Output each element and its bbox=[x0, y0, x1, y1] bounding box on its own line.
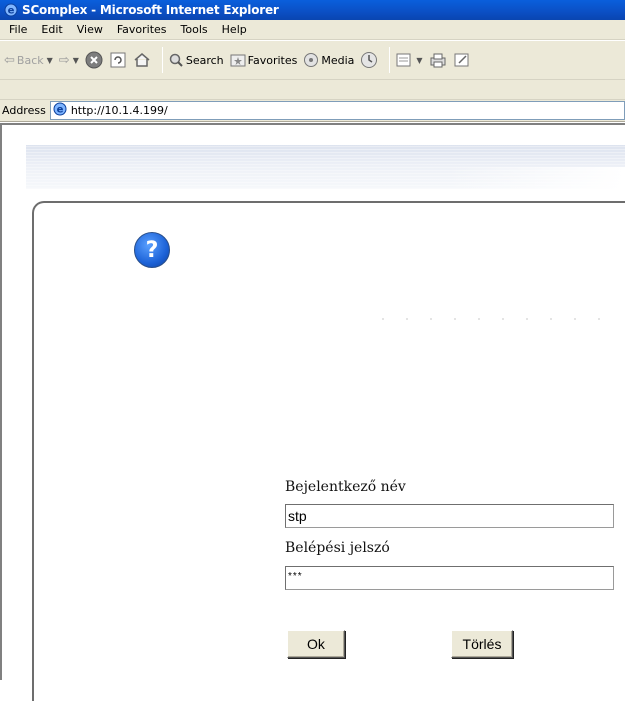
dotted-divider bbox=[382, 318, 612, 320]
forward-arrow-icon: ⇨ bbox=[58, 52, 70, 68]
forward-dropdown-icon[interactable]: ▼ bbox=[73, 56, 79, 65]
address-label: Address bbox=[2, 104, 46, 117]
page-viewport: ? Bejelentkező név Belépési jelszó *** O… bbox=[0, 123, 625, 701]
menu-file[interactable]: File bbox=[2, 23, 34, 36]
media-label: Media bbox=[321, 53, 355, 67]
forward-button[interactable]: ⇨ ▼ bbox=[59, 53, 79, 68]
mail-button[interactable]: ▼ bbox=[395, 51, 423, 69]
print-icon bbox=[430, 53, 446, 68]
window-titlebar: e SComplex - Microsoft Internet Explorer bbox=[0, 0, 625, 20]
window-title: SComplex - Microsoft Internet Explorer bbox=[22, 3, 279, 17]
clear-button[interactable]: Törlés bbox=[451, 630, 513, 658]
search-button[interactable]: Search bbox=[168, 52, 224, 68]
back-arrow-icon: ⇦ bbox=[4, 52, 15, 68]
search-label: Search bbox=[185, 53, 224, 67]
svg-text:e: e bbox=[8, 6, 15, 17]
page-icon: e bbox=[53, 102, 67, 119]
help-icon[interactable]: ? bbox=[134, 232, 170, 268]
media-icon bbox=[304, 53, 319, 67]
media-button[interactable]: Media bbox=[303, 52, 354, 68]
header-banner bbox=[26, 145, 625, 189]
toolbar-separator bbox=[161, 47, 163, 73]
home-icon bbox=[134, 53, 150, 67]
favorites-button[interactable]: Favorites bbox=[230, 52, 298, 68]
refresh-button[interactable] bbox=[109, 51, 127, 69]
ok-button[interactable]: Ok bbox=[287, 630, 345, 658]
favorites-label: Favorites bbox=[247, 53, 298, 67]
stop-icon bbox=[85, 51, 103, 69]
content-panel bbox=[32, 201, 625, 701]
mail-dropdown-icon[interactable]: ▼ bbox=[416, 56, 422, 65]
ie-icon: e bbox=[4, 3, 18, 17]
toolbar-spacer bbox=[0, 80, 625, 100]
menu-help[interactable]: Help bbox=[215, 23, 254, 36]
menu-bar: File Edit View Favorites Tools Help bbox=[0, 20, 625, 40]
edit-button[interactable] bbox=[453, 51, 471, 69]
refresh-icon bbox=[110, 52, 126, 68]
address-input[interactable]: e http://10.1.4.199/ bbox=[49, 101, 625, 120]
menu-view[interactable]: View bbox=[70, 23, 110, 36]
search-icon bbox=[169, 53, 183, 67]
history-button[interactable] bbox=[360, 51, 378, 69]
password-label: Belépési jelszó bbox=[285, 540, 390, 556]
menu-edit[interactable]: Edit bbox=[34, 23, 69, 36]
history-icon bbox=[361, 52, 378, 68]
back-label: Back bbox=[16, 53, 44, 67]
address-bar: Address e http://10.1.4.199/ bbox=[0, 100, 625, 122]
toolbar: ⇦ Back ▼ ⇨ ▼ Search Favorites Media ▼ bbox=[0, 40, 625, 80]
menu-tools[interactable]: Tools bbox=[174, 23, 215, 36]
back-dropdown-icon[interactable]: ▼ bbox=[47, 56, 53, 65]
favorites-icon bbox=[230, 54, 246, 67]
password-field[interactable]: *** bbox=[285, 566, 614, 590]
print-button[interactable] bbox=[429, 51, 447, 69]
svg-text:e: e bbox=[56, 105, 63, 116]
menu-favorites[interactable]: Favorites bbox=[110, 23, 174, 36]
back-button[interactable]: ⇦ Back ▼ bbox=[4, 53, 53, 68]
username-label: Bejelentkező név bbox=[285, 479, 406, 495]
stop-button[interactable] bbox=[85, 51, 103, 69]
username-field[interactable] bbox=[285, 504, 614, 528]
address-url: http://10.1.4.199/ bbox=[70, 104, 168, 117]
mail-icon bbox=[396, 53, 411, 67]
edit-icon bbox=[454, 53, 469, 67]
toolbar-separator bbox=[389, 47, 391, 73]
home-button[interactable] bbox=[133, 51, 151, 69]
